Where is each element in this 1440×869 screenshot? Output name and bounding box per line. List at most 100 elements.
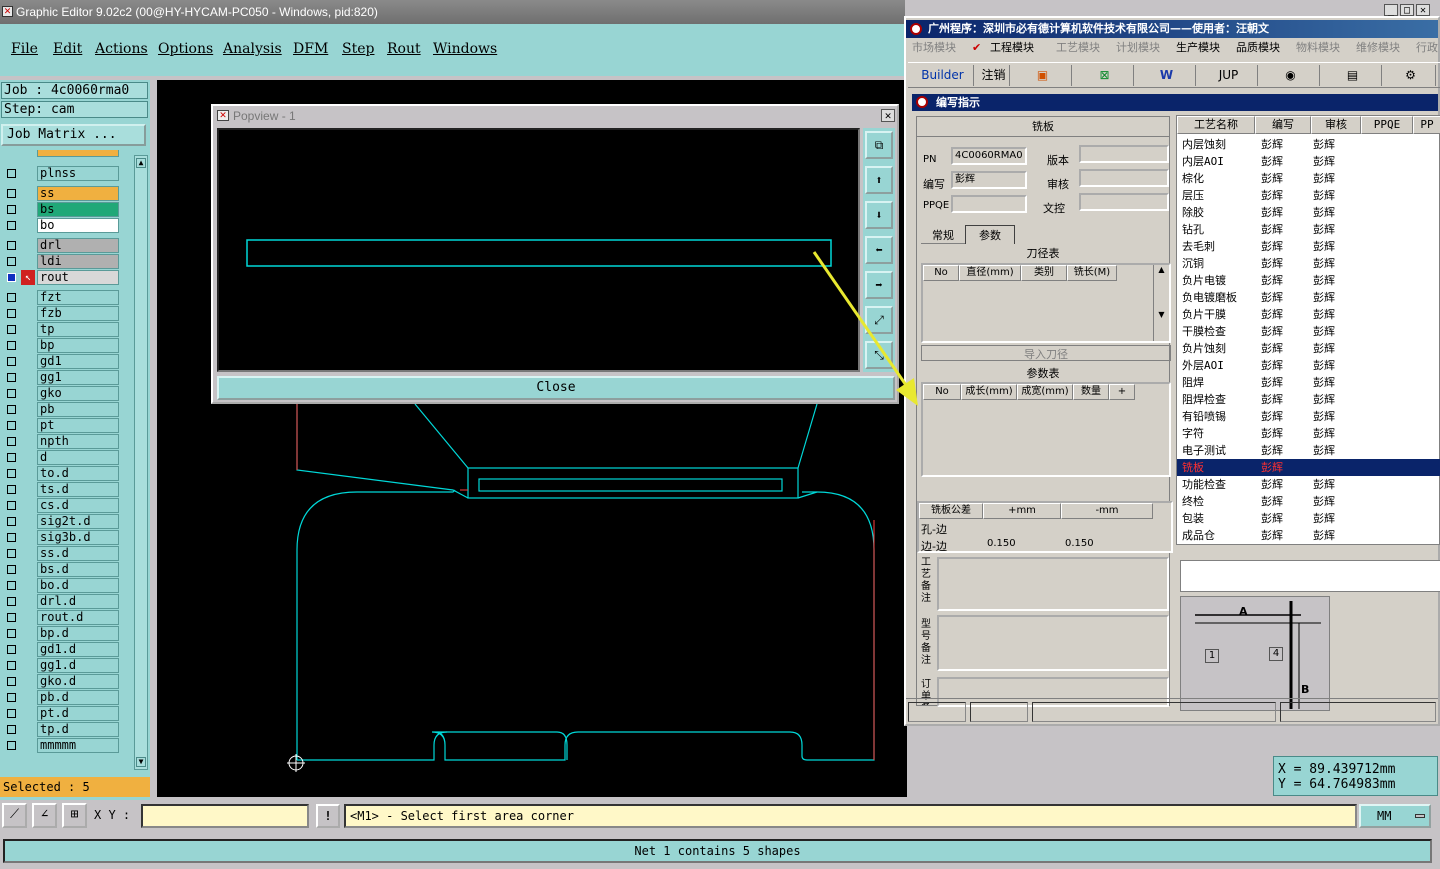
module-market[interactable]: 市场模块 [912, 38, 956, 58]
table-row[interactable]: 功能检查 彭辉 彭辉 [1177, 476, 1440, 493]
xy-input[interactable] [141, 804, 309, 828]
minimize-icon[interactable]: _ [1384, 4, 1398, 16]
close-icon[interactable]: ✕ [881, 109, 895, 122]
database-icon[interactable]: ▤ [1324, 65, 1382, 86]
layer-scrollbar[interactable]: ▲ ▼ [134, 155, 148, 770]
layer-row-rout-d[interactable]: rout.d [1, 610, 119, 625]
layer-checkbox[interactable] [7, 273, 16, 282]
job-matrix-button[interactable]: Job Matrix ... [1, 124, 146, 146]
layer-row-plnss[interactable]: plnss [1, 166, 119, 181]
settings-icon[interactable]: ⚙ [1386, 65, 1436, 86]
table-row[interactable]: 层压 彭辉 彭辉 [1177, 187, 1440, 204]
ppqe-field[interactable] [951, 195, 1027, 213]
layer-row-mmmmm[interactable]: mmmmm [1, 738, 119, 753]
layer-checkbox[interactable] [7, 325, 16, 334]
excel-icon[interactable]: ⊠ [1076, 65, 1134, 86]
menu-analysis[interactable]: Analysis [223, 41, 282, 57]
review-field[interactable] [1079, 169, 1169, 187]
table-row[interactable]: 外层AOI 彭辉 彭辉 [1177, 357, 1440, 374]
layer-row-bp[interactable]: bp [1, 338, 119, 353]
table-row[interactable]: 阻焊 彭辉 彭辉 [1177, 374, 1440, 391]
menu-rout[interactable]: Rout [387, 41, 421, 57]
process-note-field[interactable] [937, 557, 1169, 611]
scroll-down-icon[interactable]: ▼ [136, 757, 146, 767]
layer-row-rout[interactable]: ↖ rout [1, 270, 119, 285]
layer-row-bp-d[interactable]: bp.d [1, 626, 119, 641]
layer-row-ss-d[interactable]: ss.d [1, 546, 119, 561]
table-row[interactable]: 除胶 彭辉 彭辉 [1177, 204, 1440, 221]
layer-checkbox[interactable] [7, 421, 16, 430]
menu-windows[interactable]: Windows [433, 41, 497, 57]
table-row[interactable]: 有铅喷锡 彭辉 彭辉 [1177, 408, 1440, 425]
layer-checkbox[interactable] [7, 241, 16, 250]
import-cutter-button[interactable]: 导入刀径 [921, 345, 1171, 361]
layer-checkbox[interactable] [7, 469, 16, 478]
version-field[interactable] [1079, 145, 1169, 163]
module-admin[interactable]: 行政 [1416, 38, 1438, 58]
layer-row-tp[interactable]: tp [1, 322, 119, 337]
layer-checkbox[interactable] [7, 693, 16, 702]
table-row[interactable]: 铣板 彭辉 [1177, 459, 1440, 476]
layer-checkbox[interactable] [7, 169, 16, 178]
layer-checkbox[interactable] [7, 549, 16, 558]
table-row[interactable]: 负电镀磨板 彭辉 彭辉 [1177, 289, 1440, 306]
layer-row-pt[interactable]: pt [1, 418, 119, 433]
layer-row-d[interactable]: d [1, 450, 119, 465]
table-row[interactable]: 电子测试 彭辉 彭辉 [1177, 442, 1440, 459]
layer-row-gko-d[interactable]: gko.d [1, 674, 119, 689]
layer-row-bs-d[interactable]: bs.d [1, 562, 119, 577]
process-table[interactable]: 工艺名称 编写 审核 PPQE PP 内层蚀刻 彭辉 彭辉 内层AOI 彭辉 彭辉 棕化 彭辉… [1176, 115, 1440, 545]
ppt-icon[interactable]: ▣ [1014, 65, 1072, 86]
layer-row-gko[interactable]: gko [1, 386, 119, 401]
layer-checkbox[interactable] [7, 309, 16, 318]
popview-close-button[interactable]: Close [217, 376, 895, 400]
layer-checkbox[interactable] [7, 501, 16, 510]
module-quality[interactable]: 品质模块 [1236, 38, 1280, 58]
cutter-table[interactable]: No 直径(mm) 类别 铣长(M) ▲ ▼ [921, 263, 1171, 343]
grid-icon[interactable]: ⊞ [62, 803, 87, 828]
table-row[interactable]: 负片干膜 彭辉 彭辉 [1177, 306, 1440, 323]
module-maintenance[interactable]: 维修模块 [1356, 38, 1400, 58]
layer-row-gd1-d[interactable]: gd1.d [1, 642, 119, 657]
layer-row-pt-d[interactable]: pt.d [1, 706, 119, 721]
menu-options[interactable]: Options [158, 41, 213, 57]
layer-checkbox[interactable] [7, 709, 16, 718]
module-production[interactable]: 生产模块 [1176, 38, 1220, 58]
model-note-field[interactable] [937, 615, 1169, 671]
menu-dfm[interactable]: DFM [293, 41, 328, 57]
layer-checkbox[interactable] [7, 677, 16, 686]
tolerance-table[interactable]: 铣板公差 +mm -mm 孔-边 边-边 0.150 0.150 [917, 501, 1173, 553]
module-plan[interactable]: 计划模块 [1116, 38, 1160, 58]
table-row[interactable]: 内层蚀刻 彭辉 彭辉 [1177, 136, 1440, 153]
snap-icon[interactable]: ∠ [32, 803, 57, 828]
layer-checkbox[interactable] [7, 341, 16, 350]
menu-actions[interactable]: Actions [95, 41, 148, 57]
pn-field[interactable]: 4C0060RMA0 [951, 147, 1027, 165]
table-row[interactable]: 成品仓 彭辉 彭辉 [1177, 527, 1440, 544]
jup-button[interactable]: JUP [1200, 65, 1258, 86]
layer-checkbox[interactable] [7, 257, 16, 266]
layer-row-drl-d[interactable]: drl.d [1, 594, 119, 609]
layer-checkbox[interactable] [7, 221, 16, 230]
pan-up-icon[interactable]: ⬆ [865, 166, 893, 194]
layer-row-sig2t-d[interactable]: sig2t.d [1, 514, 119, 529]
zoom-fit-icon[interactable]: ⧉ [865, 131, 893, 159]
layer-row-fzb[interactable]: fzb [1, 306, 119, 321]
layer-checkbox[interactable] [7, 389, 16, 398]
layer-checkbox[interactable] [7, 293, 16, 302]
table-row[interactable]: 钻孔 彭辉 彭辉 [1177, 221, 1440, 238]
layer-row-bs[interactable]: bs [1, 202, 119, 217]
layer-row-fzt[interactable]: fzt [1, 290, 119, 305]
menu-step[interactable]: Step [342, 41, 374, 57]
scroll-up-icon[interactable]: ▲ [136, 158, 146, 168]
table-row[interactable]: 终检 彭辉 彭辉 [1177, 493, 1440, 510]
layer-checkbox[interactable] [7, 373, 16, 382]
window-close-icon[interactable]: ✕ [1416, 4, 1430, 16]
layer-checkbox[interactable] [7, 661, 16, 670]
layer-row-cs-d[interactable]: cs.d [1, 498, 119, 513]
builder-button[interactable]: Builder [912, 65, 974, 86]
layer-row-to-d[interactable]: to.d [1, 466, 119, 481]
table-row[interactable]: 内层AOI 彭辉 彭辉 [1177, 153, 1440, 170]
layer-checkbox[interactable] [7, 205, 16, 214]
table-row[interactable]: 负片蚀刻 彭辉 彭辉 [1177, 340, 1440, 357]
